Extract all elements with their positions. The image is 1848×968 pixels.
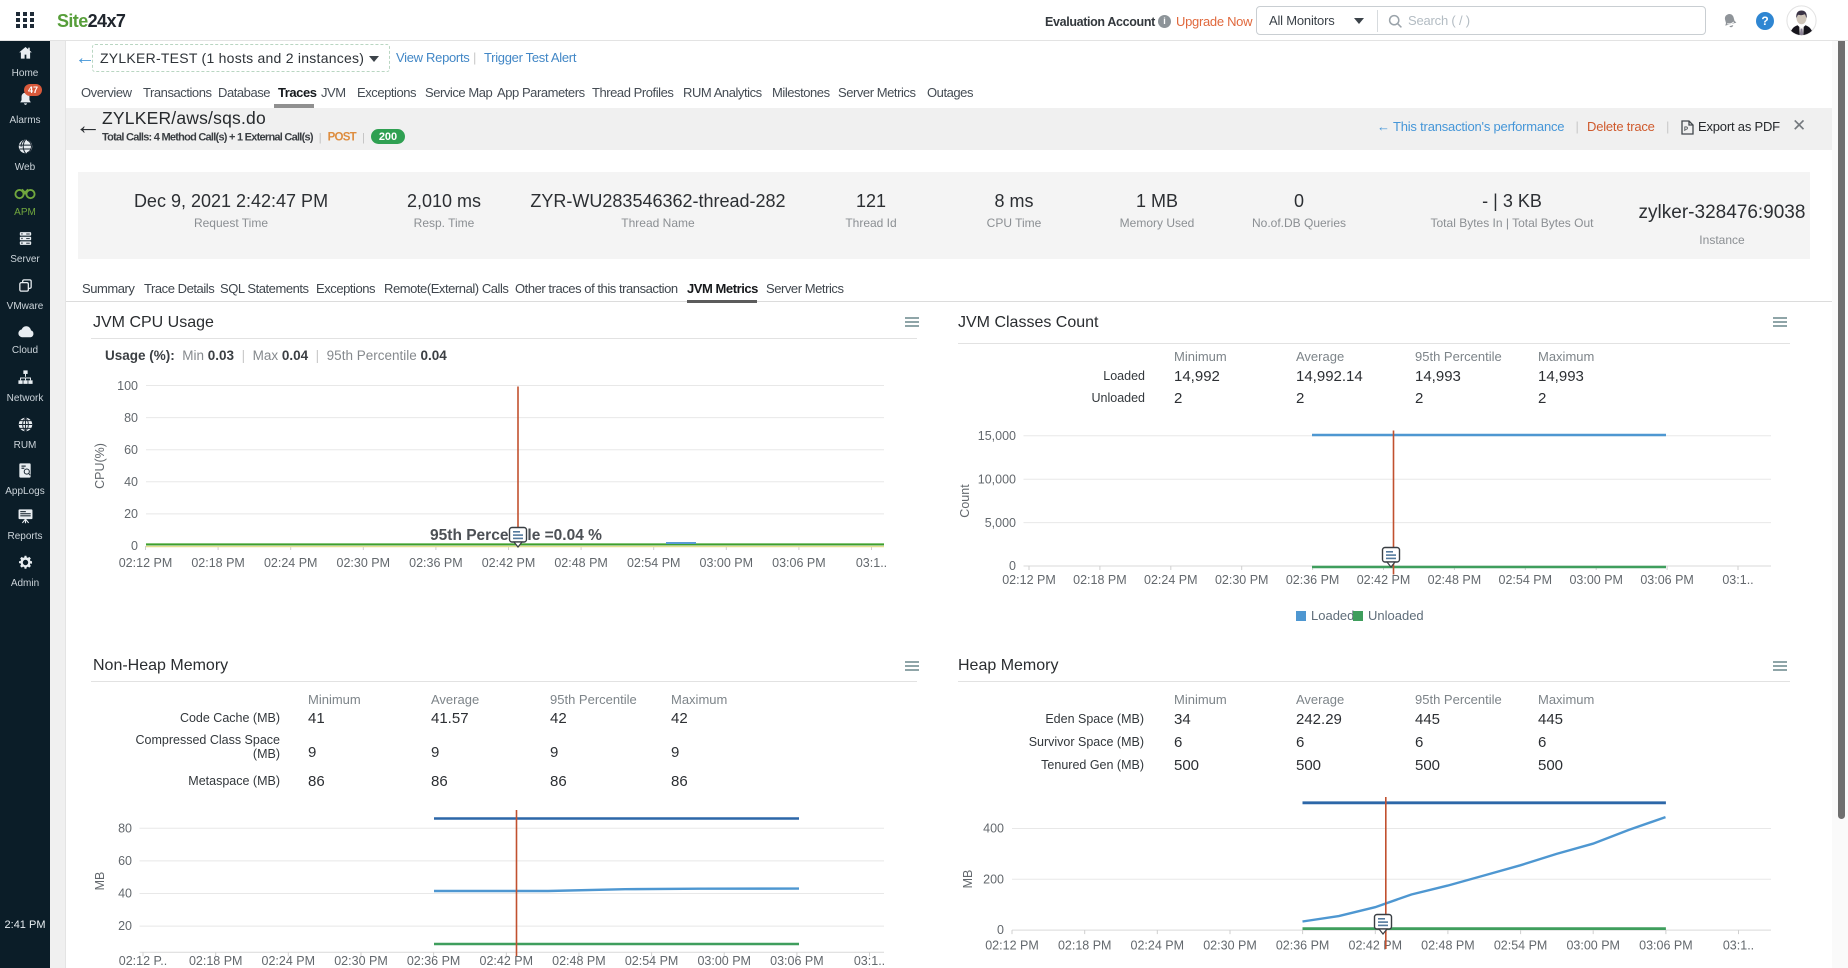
svg-text:02:18 PM: 02:18 PM [1058,939,1112,953]
svg-text:400: 400 [983,822,1004,836]
svg-text:5,000: 5,000 [985,516,1016,530]
svg-text:02:36 PM: 02:36 PM [409,556,463,570]
svg-text:02:54 PM: 02:54 PM [1499,573,1553,587]
svg-text:80: 80 [118,821,132,835]
svg-text:02:48 PM: 02:48 PM [552,954,606,968]
svg-text:02:54 PM: 02:54 PM [627,556,681,570]
svg-text:02:30 PM: 02:30 PM [1215,573,1269,587]
svg-text:02:48 PM: 02:48 PM [1428,573,1482,587]
svg-text:15,000: 15,000 [978,429,1016,443]
svg-text:03:06 PM: 03:06 PM [1640,573,1694,587]
svg-text:02:48 PM: 02:48 PM [554,556,608,570]
svg-text:60: 60 [118,854,132,868]
svg-text:02:36 PM: 02:36 PM [1286,573,1340,587]
svg-text:20: 20 [124,507,138,521]
svg-text:02:30 PM: 02:30 PM [1203,939,1257,953]
svg-text:40: 40 [118,887,132,901]
svg-text:80: 80 [124,411,138,425]
svg-text:02:24 PM: 02:24 PM [264,556,318,570]
svg-text:20: 20 [118,919,132,933]
svg-text:02:18 PM: 02:18 PM [191,556,245,570]
svg-text:P: P [1684,127,1688,133]
svg-text:03:1..: 03:1.. [856,556,887,570]
svg-text:02:36 PM: 02:36 PM [1276,939,1330,953]
svg-text:03:1..: 03:1.. [1722,573,1753,587]
svg-text:02:24 PM: 02:24 PM [1144,573,1198,587]
svg-text:0: 0 [131,539,138,553]
svg-text:Loaded: Loaded [1311,608,1354,623]
svg-text:03:00 PM: 03:00 PM [1566,939,1620,953]
svg-text:03:06 PM: 03:06 PM [1639,939,1693,953]
svg-text:02:42 PM: 02:42 PM [1349,939,1403,953]
svg-text:MB: MB [93,872,107,891]
svg-text:02:24 PM: 02:24 PM [262,954,316,968]
svg-text:03:06 PM: 03:06 PM [770,954,824,968]
svg-text:02:48 PM: 02:48 PM [1421,939,1475,953]
svg-text:Count: Count [958,484,972,518]
svg-text:02:42 PM: 02:42 PM [1357,573,1411,587]
svg-text:03:00 PM: 03:00 PM [697,954,751,968]
svg-text:10,000: 10,000 [978,472,1016,486]
svg-text:02:30 PM: 02:30 PM [334,954,388,968]
svg-text:02:12 PM: 02:12 PM [119,556,173,570]
svg-text:40: 40 [124,475,138,489]
svg-text:03:1..: 03:1.. [1723,939,1754,953]
svg-text:02:42 PM: 02:42 PM [482,556,536,570]
svg-text:03:00 PM: 03:00 PM [700,556,754,570]
svg-text:60: 60 [124,443,138,457]
svg-text:200: 200 [983,872,1004,886]
svg-text:CPU(%): CPU(%) [93,443,107,489]
svg-text:03:06 PM: 03:06 PM [772,556,826,570]
svg-text:02:30 PM: 02:30 PM [337,556,391,570]
svg-text:03:1..: 03:1.. [854,954,885,968]
svg-text:02:18 PM: 02:18 PM [189,954,243,968]
svg-text:MB: MB [961,870,975,889]
svg-text:02:24 PM: 02:24 PM [1131,939,1185,953]
svg-text:100: 100 [117,379,138,393]
svg-text:02:54 PM: 02:54 PM [625,954,679,968]
svg-text:02:12 PM: 02:12 PM [985,939,1039,953]
svg-text:02:12 PM: 02:12 PM [1002,573,1056,587]
svg-text:0: 0 [1009,559,1016,573]
svg-text:03:00 PM: 03:00 PM [1569,573,1623,587]
svg-text:0: 0 [997,923,1004,937]
svg-text:02:36 PM: 02:36 PM [407,954,461,968]
svg-text:02:54 PM: 02:54 PM [1494,939,1548,953]
svg-text:02:18 PM: 02:18 PM [1073,573,1127,587]
svg-text:Unloaded: Unloaded [1368,608,1424,623]
svg-text:02:42 PM: 02:42 PM [480,954,534,968]
svg-text:02:12 P..: 02:12 P.. [119,954,167,968]
